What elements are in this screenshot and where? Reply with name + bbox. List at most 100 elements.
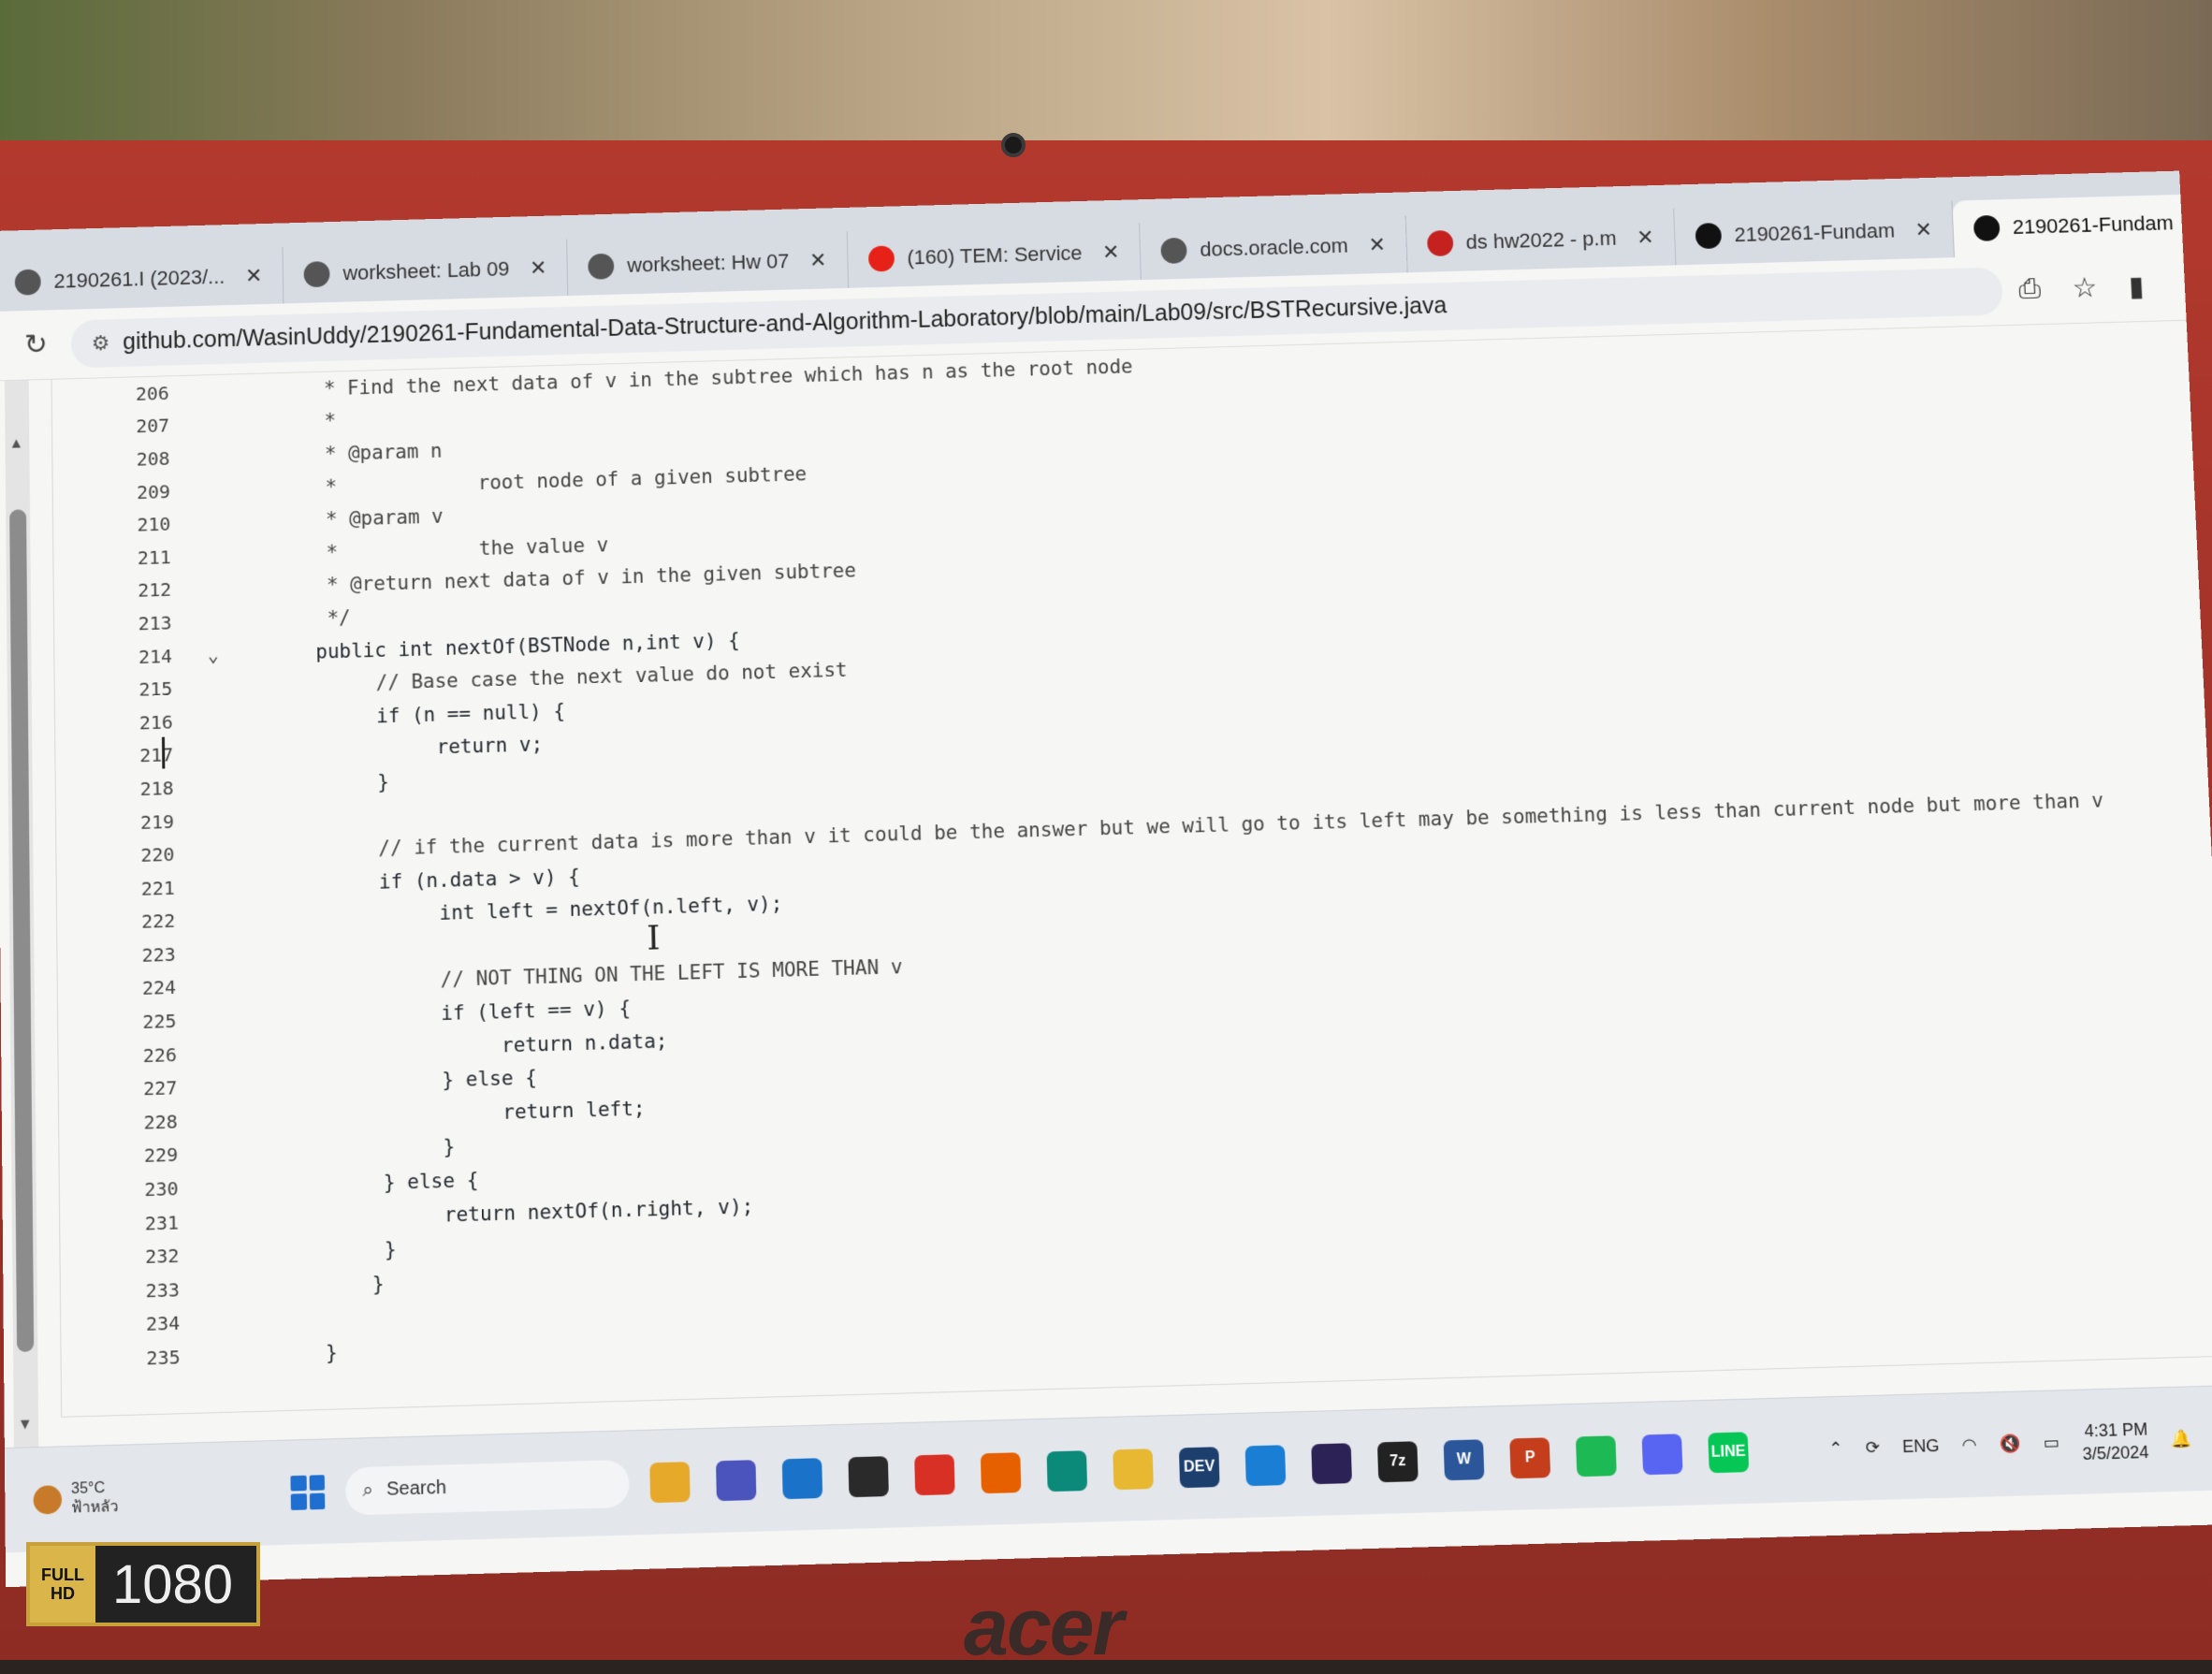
line-number[interactable]: 213 <box>54 611 195 637</box>
line-number[interactable]: 221 <box>57 876 197 902</box>
code-text[interactable]: } <box>233 771 389 798</box>
scrollbar-thumb[interactable] <box>9 509 34 1352</box>
word-icon[interactable]: W <box>1444 1439 1485 1480</box>
line-number[interactable]: 224 <box>58 976 199 1002</box>
code-text[interactable]: * <box>228 410 336 435</box>
battery-icon[interactable]: ▭ <box>2043 1433 2059 1453</box>
browser-tab[interactable]: docs.oracle.com ✕ <box>1140 216 1407 280</box>
close-tab-icon[interactable]: ✕ <box>1102 240 1120 265</box>
line-number[interactable]: 230 <box>60 1176 201 1202</box>
line-number[interactable]: 226 <box>58 1042 199 1069</box>
chrome-icon[interactable] <box>914 1454 954 1495</box>
line-number[interactable]: 207 <box>52 414 192 440</box>
line-number[interactable]: 233 <box>61 1277 202 1304</box>
wifi-icon[interactable]: ◠ <box>1961 1435 1977 1456</box>
line-number[interactable]: 208 <box>52 446 192 473</box>
browser-tab[interactable]: worksheet: Hw 07 ✕ <box>567 231 848 296</box>
code-text[interactable]: } <box>238 1136 455 1165</box>
notification-bell-icon[interactable]: 🔔 <box>2171 1429 2193 1449</box>
powerpoint-icon[interactable]: P <box>1509 1437 1550 1478</box>
code-text[interactable]: * the value v <box>230 533 608 566</box>
site-info-icon[interactable]: ⚙ <box>92 331 110 356</box>
code-text[interactable]: if (left == v) { <box>237 997 632 1030</box>
close-tab-icon[interactable]: ✕ <box>1637 226 1654 250</box>
side-panel-icon[interactable]: ▮ <box>2128 270 2145 303</box>
scroll-down-icon[interactable]: ▼ <box>18 1417 33 1434</box>
close-tab-icon[interactable]: ✕ <box>245 264 263 288</box>
code-text[interactable]: } <box>240 1238 397 1265</box>
sync-icon[interactable]: ⟳ <box>1865 1438 1880 1459</box>
language-indicator[interactable]: ENG <box>1902 1436 1940 1457</box>
line-number[interactable]: 235 <box>61 1345 203 1372</box>
browser-tab[interactable]: worksheet: Lab 09 ✕ <box>284 239 569 303</box>
code-text[interactable]: * @param v <box>230 505 444 533</box>
code-text[interactable]: } <box>240 1273 385 1300</box>
code-text[interactable]: if (n.data > v) { <box>235 865 580 896</box>
taskbar-search[interactable]: ⌕ Search <box>345 1459 630 1515</box>
line-number[interactable]: 217 <box>55 743 196 769</box>
line-number[interactable]: 210 <box>53 512 193 538</box>
line-number[interactable]: 228 <box>59 1110 200 1136</box>
vscode-icon[interactable] <box>1245 1445 1287 1486</box>
firefox-icon[interactable] <box>981 1452 1022 1493</box>
line-number[interactable]: 231 <box>60 1210 201 1236</box>
browser-tab[interactable]: 2190261-Fundam✕ <box>1674 201 1955 266</box>
7zip-icon[interactable]: 7z <box>1377 1441 1419 1482</box>
line-number[interactable]: 223 <box>57 942 197 968</box>
spotify-icon[interactable] <box>1576 1435 1617 1477</box>
line-number[interactable]: 220 <box>56 842 196 868</box>
line-number[interactable]: 232 <box>60 1244 201 1271</box>
bookmark-star-icon[interactable]: ☆ <box>2072 272 2098 305</box>
close-tab-icon[interactable]: ✕ <box>530 256 547 281</box>
line-number[interactable]: 214 <box>54 644 195 670</box>
code-text[interactable]: } <box>240 1341 338 1366</box>
clock[interactable]: 4:31 PM 3/5/2024 <box>2081 1418 2149 1465</box>
file-explorer-icon[interactable] <box>649 1462 690 1503</box>
code-text[interactable] <box>240 1319 326 1322</box>
weather-widget[interactable]: 35°C ฟ้าหลัว <box>33 1474 269 1519</box>
code-text[interactable]: } else { <box>239 1169 479 1198</box>
install-app-icon[interactable]: ⎙ <box>2018 273 2042 306</box>
volume-muted-icon[interactable]: 🔇 <box>1999 1434 2021 1454</box>
line-icon[interactable]: LINE <box>1708 1432 1749 1473</box>
scrollbar[interactable]: ▲ ▼ <box>5 380 38 1447</box>
chat-icon[interactable] <box>716 1460 756 1501</box>
line-number[interactable]: 212 <box>54 578 195 604</box>
code-text[interactable]: } else { <box>237 1067 537 1098</box>
scroll-up-icon[interactable]: ▲ <box>8 436 23 453</box>
chevron-up-icon[interactable]: ⌃ <box>1828 1439 1843 1460</box>
code-text[interactable] <box>236 950 320 953</box>
line-number[interactable]: 215 <box>55 677 196 703</box>
dev-icon[interactable]: DEV <box>1179 1447 1220 1488</box>
line-number[interactable]: 211 <box>53 545 193 571</box>
discord-icon[interactable] <box>1642 1434 1683 1475</box>
folder-icon[interactable] <box>1113 1448 1154 1490</box>
code-text[interactable] <box>234 817 318 820</box>
line-number[interactable]: 229 <box>59 1143 200 1169</box>
line-number[interactable]: 218 <box>56 776 196 802</box>
eclipse-icon[interactable] <box>1311 1443 1352 1484</box>
close-tab-icon[interactable]: ✕ <box>1914 218 1932 242</box>
line-number[interactable]: 206 <box>52 381 192 407</box>
browser-tab[interactable]: 2190261-Fundam✕ <box>1952 193 2212 257</box>
line-number[interactable]: 219 <box>56 809 196 836</box>
browser-tab[interactable]: 2190261.I (2023/... ✕ <box>0 247 284 312</box>
reload-icon[interactable]: ↻ <box>17 328 54 361</box>
line-number[interactable]: 225 <box>58 1009 199 1035</box>
code-text[interactable]: if (n == null) { <box>232 700 565 732</box>
line-number[interactable]: 222 <box>57 909 197 935</box>
code-text[interactable]: return v; <box>233 734 543 764</box>
code-text[interactable]: */ <box>231 606 351 632</box>
line-number[interactable]: 227 <box>59 1076 200 1102</box>
browser-tab[interactable]: ds hw2022 - p.m ✕ <box>1405 209 1676 272</box>
close-tab-icon[interactable]: ✕ <box>1368 233 1386 257</box>
line-number[interactable]: 209 <box>53 479 193 505</box>
line-number[interactable]: 216 <box>55 710 196 736</box>
start-button[interactable] <box>290 1475 325 1510</box>
close-tab-icon[interactable]: ✕ <box>809 248 827 272</box>
chevron-down-icon[interactable]: ⌄ <box>195 643 232 666</box>
mail-icon[interactable] <box>782 1458 822 1499</box>
browser-tab[interactable]: (160) TEM: Service ✕ <box>847 224 1142 288</box>
line-number[interactable]: 234 <box>61 1311 202 1338</box>
code-text[interactable]: * @param n <box>229 440 443 468</box>
